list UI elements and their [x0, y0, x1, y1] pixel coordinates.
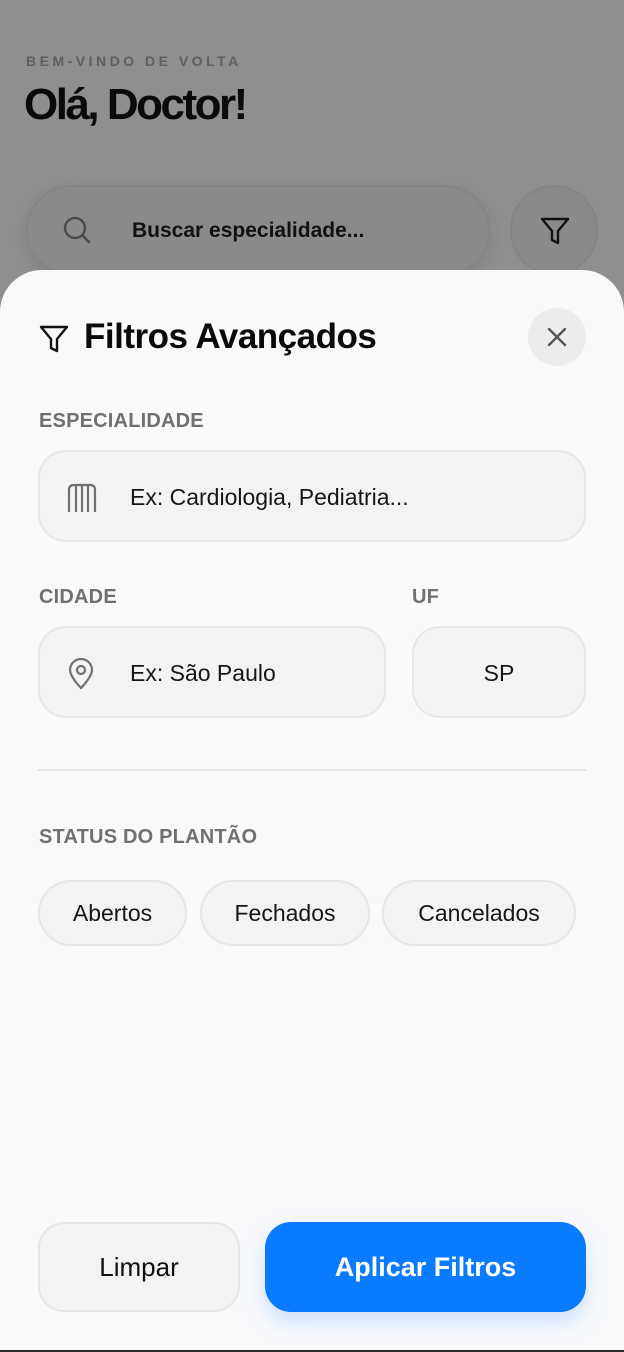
state-label: UF — [412, 586, 440, 608]
clear-button[interactable]: Limpar — [38, 1222, 240, 1312]
status-chip-fechados[interactable]: Fechados — [200, 880, 370, 946]
filter-icon — [39, 325, 69, 353]
filter-icon — [540, 217, 570, 245]
status-chip-abertos[interactable]: Abertos — [38, 880, 187, 946]
specialty-input[interactable]: Ex: Cardiologia, Pediatria... — [38, 450, 586, 542]
search-icon — [63, 216, 91, 244]
state-input[interactable]: SP — [412, 626, 586, 718]
hospital-icon — [67, 483, 97, 512]
close-icon — [547, 327, 567, 347]
status-chip-cancelados[interactable]: Cancelados — [382, 880, 576, 946]
welcome-label: BEM-VINDO DE VOLTA — [26, 53, 242, 69]
location-pin-icon — [68, 658, 94, 690]
status-label: STATUS DO PLANTÃO — [39, 826, 258, 848]
greeting-title: Olá, Doctor! — [24, 80, 248, 129]
state-value: SP — [483, 660, 515, 686]
section-divider — [38, 769, 586, 771]
city-input[interactable]: Ex: São Paulo — [38, 626, 386, 718]
search-bar: Buscar especialidade... — [26, 185, 490, 275]
sheet-title: Filtros Avançados — [84, 317, 377, 356]
filter-button — [510, 185, 598, 275]
specialty-label: ESPECIALIDADE — [39, 410, 204, 432]
close-button[interactable] — [528, 308, 586, 366]
search-placeholder: Buscar especialidade... — [132, 219, 365, 242]
city-placeholder: Ex: São Paulo — [130, 660, 276, 686]
city-label: CIDADE — [39, 586, 117, 608]
specialty-placeholder: Ex: Cardiologia, Pediatria... — [130, 484, 409, 510]
apply-filters-button[interactable]: Aplicar Filtros — [265, 1222, 586, 1312]
filters-sheet: Filtros Avançados ESPECIALIDADE Ex: Card… — [0, 270, 624, 1350]
